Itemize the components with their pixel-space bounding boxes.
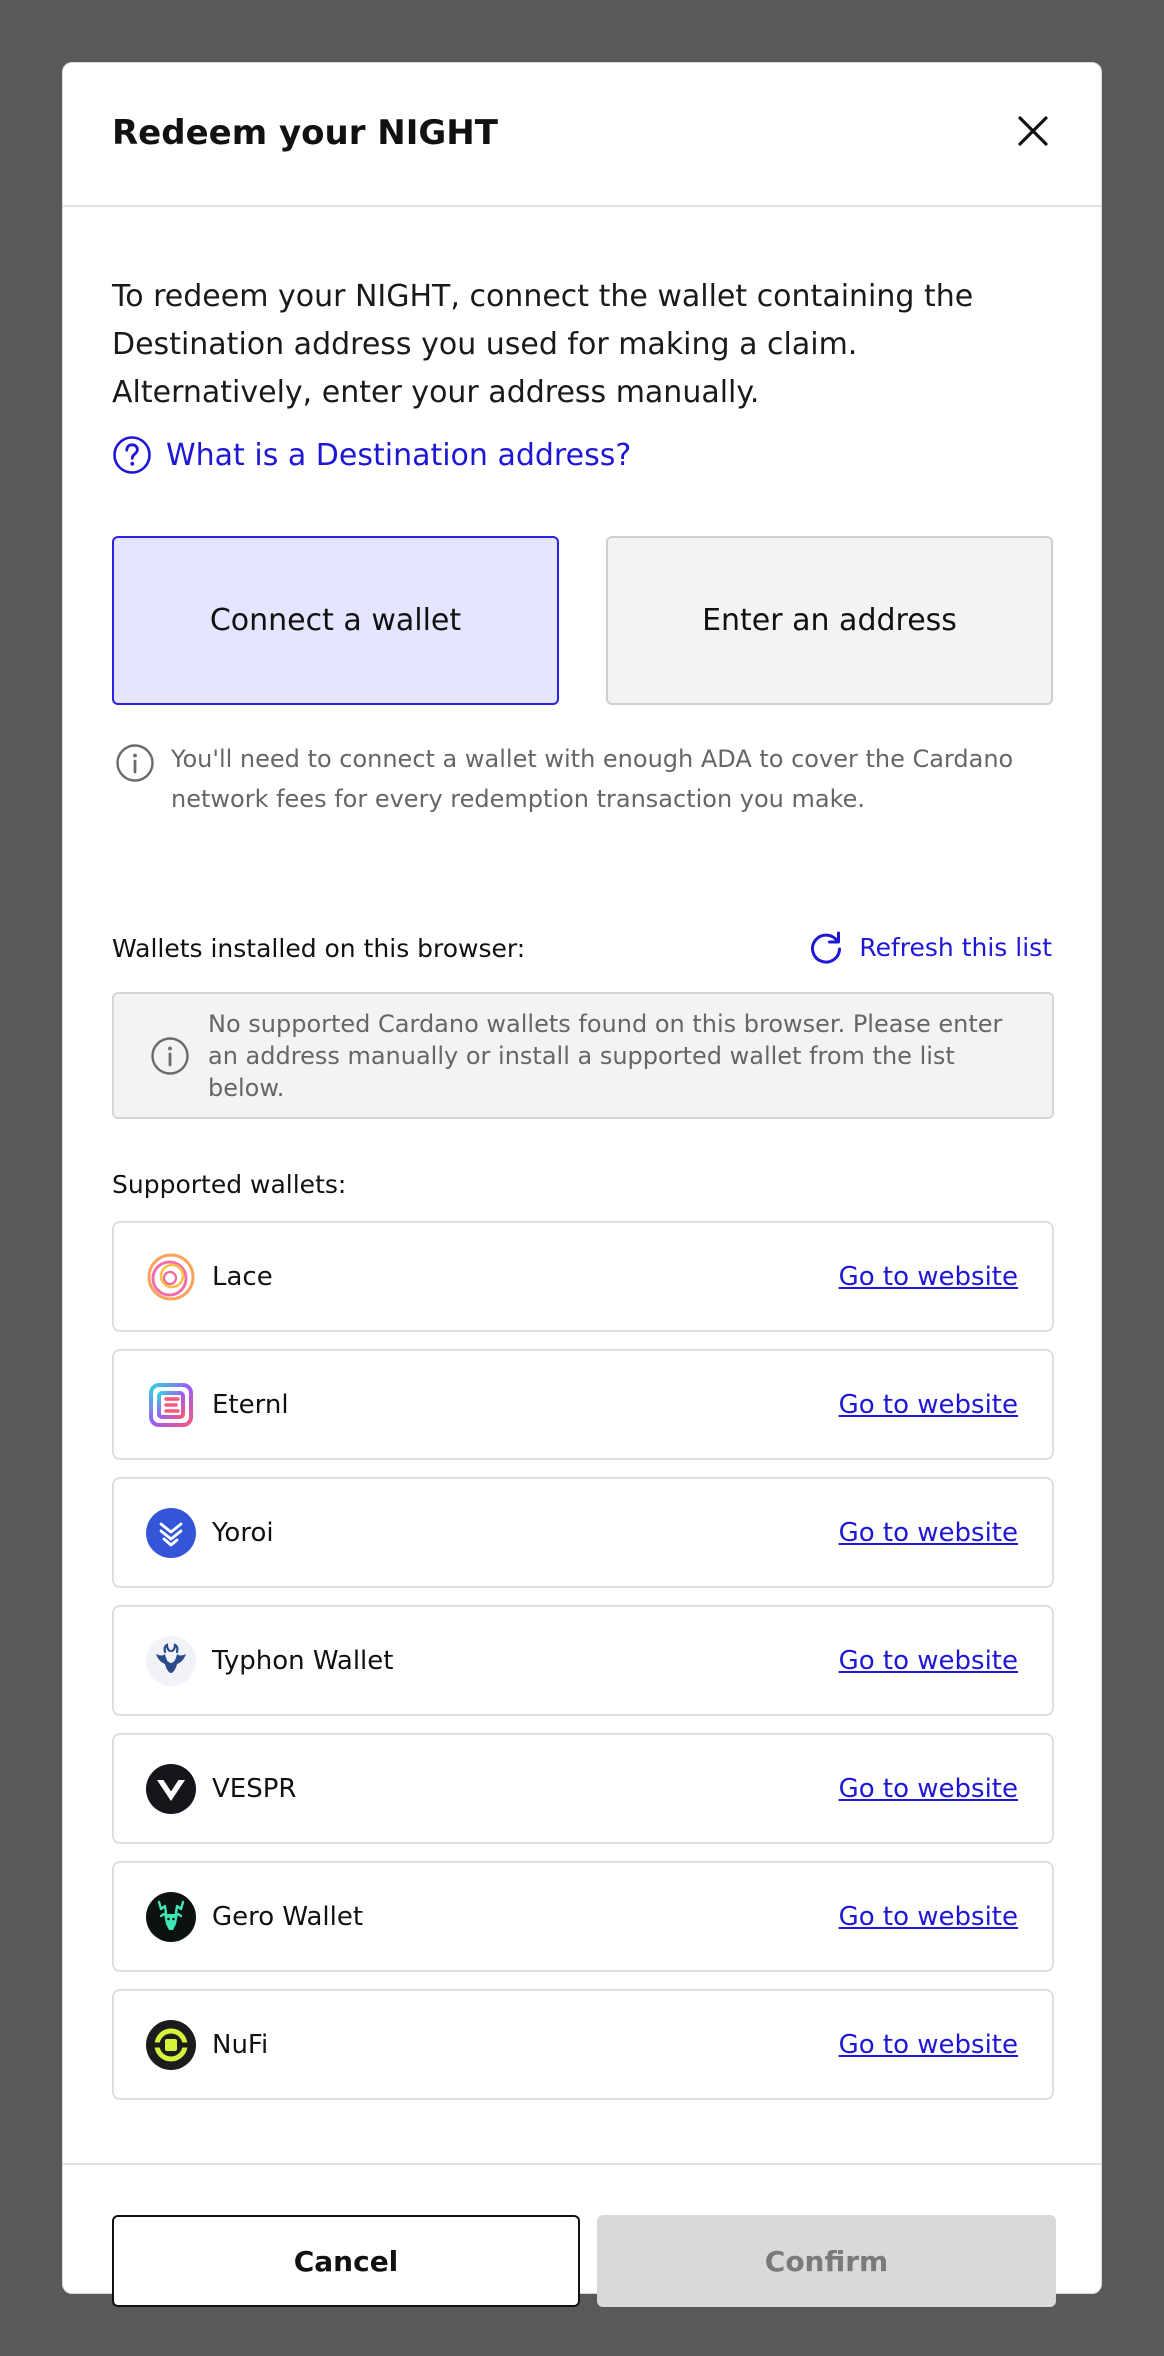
tab-connect-wallet-label: Connect a wallet (209, 603, 462, 638)
footer-divider (63, 2163, 1101, 2165)
no-wallets-text: No supported Cardano wallets found on th… (208, 1009, 1003, 1102)
wallet-name: VESPR (212, 1773, 297, 1804)
tab-enter-address-label: Enter an address (702, 603, 957, 638)
wallet-name: Gero Wallet (212, 1901, 364, 1932)
wallet-row-gero: Gero Wallet Go to website (112, 1861, 1054, 1972)
redeem-dialog: Redeem your NIGHT To redeem your NIGHT, … (62, 62, 1102, 2307)
lace-logo-icon (147, 1253, 195, 1300)
wallet-name: Typhon Wallet (212, 1645, 394, 1676)
go-to-website-link[interactable]: Go to website (839, 1390, 1018, 1420)
wallet-name: Yoroi (212, 1517, 274, 1548)
cancel-button[interactable]: Cancel (112, 2215, 580, 2307)
go-to-website-link[interactable]: Go to website (839, 2030, 1018, 2060)
close-icon (1018, 116, 1048, 146)
tab-enter-address[interactable]: Enter an address (606, 536, 1053, 705)
fee-notice-text: You'll need to connect a wallet with eno… (171, 745, 1014, 813)
wallet-name: Eternl (212, 1389, 289, 1420)
dialog-header: Redeem your NIGHT (63, 63, 1101, 207)
intro-text: To redeem your NIGHT, connect the wallet… (112, 279, 974, 410)
wallet-name: NuFi (212, 2029, 269, 2060)
confirm-button-label: Confirm (764, 2244, 889, 2278)
destination-address-help-link[interactable]: What is a Destination address? (112, 433, 631, 477)
go-to-website-link[interactable]: Go to website (839, 1774, 1018, 1804)
dialog-title: Redeem your NIGHT (112, 113, 498, 153)
go-to-website-link[interactable]: Go to website (839, 1902, 1018, 1932)
typhon-logo-icon (146, 1635, 196, 1686)
confirm-button[interactable]: Confirm (597, 2215, 1056, 2307)
vespr-logo-icon (146, 1763, 196, 1814)
go-to-website-link[interactable]: Go to website (839, 1646, 1018, 1676)
wallet-row-nufi: NuFi Go to website (112, 1989, 1054, 2100)
yoroi-logo-icon (146, 1507, 196, 1558)
fee-notice: You'll need to connect a wallet with eno… (115, 739, 1015, 819)
help-link-label: What is a Destination address? (166, 437, 632, 473)
installed-wallets-label: Wallets installed on this browser: (112, 934, 526, 963)
wallet-row-vespr: VESPR Go to website (112, 1733, 1054, 1844)
info-icon (151, 1036, 189, 1075)
supported-wallet-list: Lace Go to website Eternl Go to website (112, 1221, 1054, 2117)
eternl-logo-icon (149, 1382, 193, 1427)
wallet-row-yoroi: Yoroi Go to website (112, 1477, 1054, 1588)
info-icon (116, 744, 154, 782)
refresh-list-label: Refresh this list (859, 932, 1052, 962)
wallet-name: Lace (212, 1261, 273, 1292)
question-circle-icon (113, 436, 151, 474)
no-wallets-notice: No supported Cardano wallets found on th… (112, 992, 1054, 1119)
refresh-list-button[interactable]: Refresh this list (807, 925, 1052, 969)
close-button[interactable] (1011, 109, 1055, 153)
refresh-icon (811, 931, 842, 964)
tab-connect-wallet[interactable]: Connect a wallet (112, 536, 559, 705)
wallet-row-typhon: Typhon Wallet Go to website (112, 1605, 1054, 1716)
go-to-website-link[interactable]: Go to website (839, 1262, 1018, 1292)
wallet-row-lace: Lace Go to website (112, 1221, 1054, 1332)
cancel-button-label: Cancel (293, 2244, 399, 2278)
supported-wallets-label: Supported wallets: (112, 1170, 347, 1199)
gero-logo-icon (146, 1891, 196, 1942)
wallet-row-eternl: Eternl Go to website (112, 1349, 1054, 1460)
go-to-website-link[interactable]: Go to website (839, 1518, 1018, 1548)
nufi-logo-icon (146, 2019, 196, 2070)
